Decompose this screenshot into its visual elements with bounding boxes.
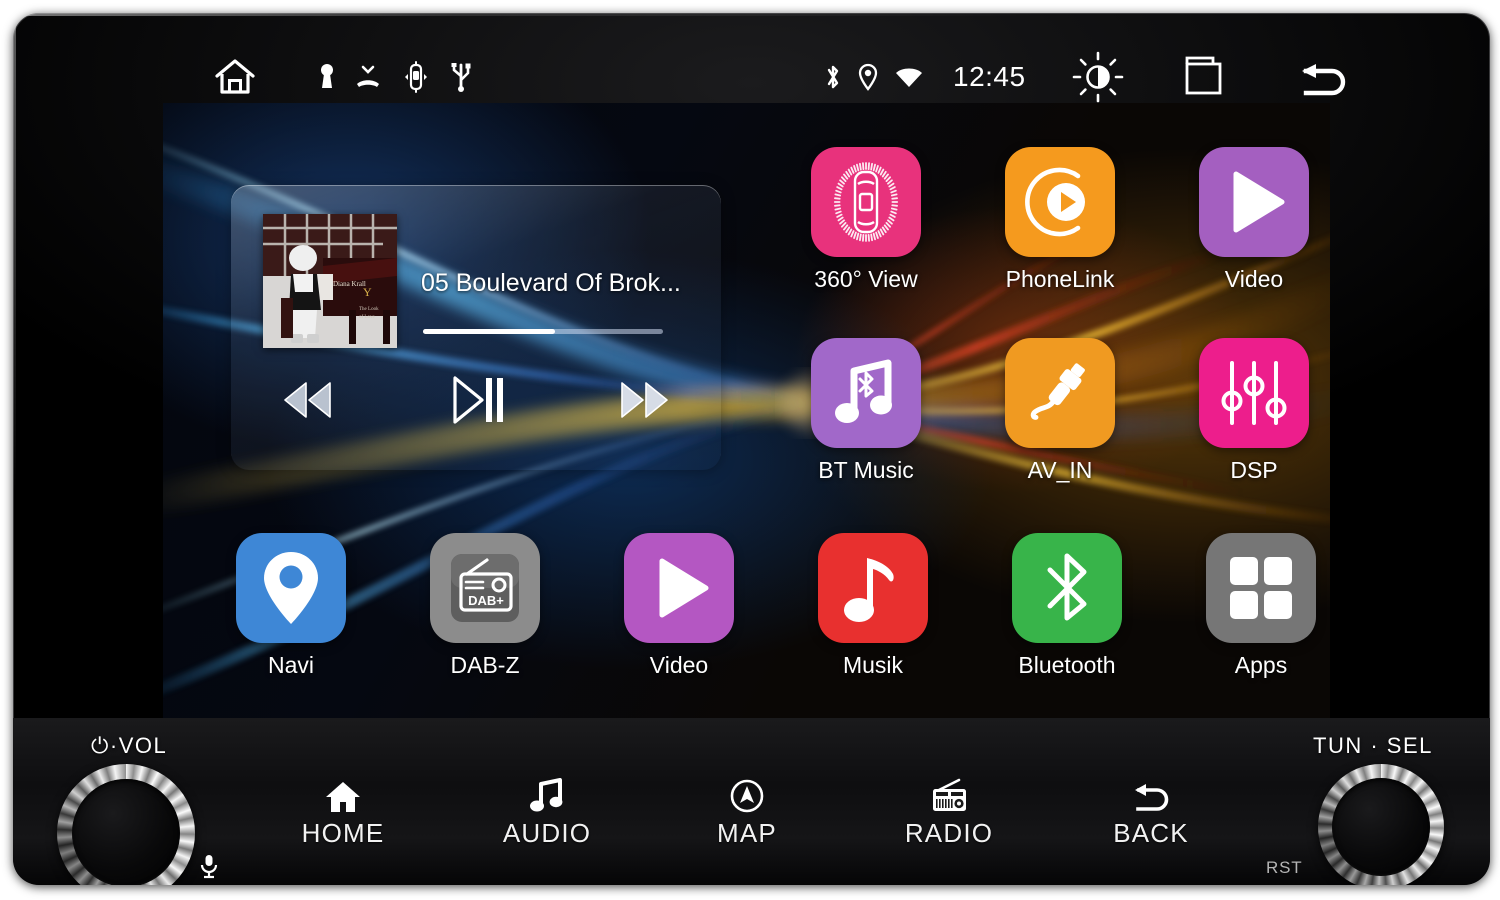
app-icon-video-bottom[interactable]: Video	[604, 533, 754, 679]
brightness-sun-icon[interactable]	[1072, 51, 1124, 103]
hardware-button-label: BACK	[1113, 818, 1189, 848]
hardware-button-label: MAP	[717, 818, 777, 848]
app-icon-av-in[interactable]: AV_IN	[985, 338, 1135, 484]
power-volume-knob[interactable]	[57, 764, 195, 885]
hardware-button-home[interactable]: HOME	[258, 778, 428, 849]
back-arrow-icon	[1066, 778, 1236, 814]
app-icon-dab-z[interactable]: DAB+ DAB-Z	[410, 533, 560, 679]
app-icon-phonelink[interactable]: PhoneLink	[985, 147, 1135, 293]
bt-music-icon	[811, 338, 921, 448]
keyhole-icon	[319, 62, 335, 92]
app-icon-bt-music[interactable]: BT Music	[791, 338, 941, 484]
map-pin-icon	[236, 533, 346, 643]
navigation-icon	[662, 778, 832, 814]
wifi-icon	[893, 62, 925, 92]
house-icon	[258, 778, 428, 814]
app-label: Bluetooth	[1018, 652, 1116, 678]
radio-icon	[864, 778, 1034, 814]
status-bar-left-group	[213, 46, 473, 108]
app-label: BT Music	[818, 457, 914, 483]
app-label: Apps	[1234, 652, 1288, 678]
recent-apps-icon[interactable]	[1174, 54, 1230, 100]
car-parking-sensor-icon	[401, 61, 431, 93]
app-label: DAB-Z	[450, 652, 520, 678]
hardware-button-label: AUDIO	[502, 818, 592, 848]
app-grid: 360° View PhoneLink Video BT Music AV_IN…	[163, 103, 1330, 718]
app-icon-apps[interactable]: Apps	[1186, 533, 1330, 679]
app-label: PhoneLink	[1005, 266, 1115, 292]
reset-label[interactable]: RST	[1266, 858, 1302, 878]
app-label: Video	[1224, 266, 1284, 292]
app-label: Video	[649, 652, 709, 678]
app-icon-bluetooth[interactable]: Bluetooth	[992, 533, 1142, 679]
app-label: 360° View	[814, 266, 918, 292]
dab-radio-icon: DAB+	[430, 533, 540, 643]
status-bar-clock: 12:45	[953, 61, 1026, 92]
app-label: DSP	[1230, 457, 1278, 483]
missed-call-icon	[353, 62, 383, 92]
app-label: AV_IN	[1027, 457, 1093, 483]
back-arrow-icon[interactable]	[1294, 56, 1352, 98]
hardware-button-label: RADIO	[904, 818, 994, 848]
screenshot-root: 12:45 Diana Krall Y The Look of Love 05 …	[0, 0, 1500, 900]
head-unit-device: 12:45 Diana Krall Y The Look of Love 05 …	[13, 13, 1490, 885]
app-icon-musik[interactable]: Musik	[798, 533, 948, 679]
knob-face	[1332, 778, 1430, 876]
app-icon-dsp[interactable]: DSP	[1179, 338, 1329, 484]
app-icon-video-top[interactable]: Video	[1179, 147, 1329, 293]
hardware-button-bar: HOME AUDIO MAP RADIO BACK ⏻·VOL TUN · SE…	[13, 718, 1490, 885]
status-bar: 12:45	[13, 46, 1490, 108]
hardware-button-back[interactable]: BACK	[1066, 778, 1236, 849]
power-volume-knob-label: ⏻·VOL	[91, 733, 168, 758]
car-360-view-icon	[811, 147, 921, 257]
tune-select-knob-label: TUN · SEL	[1313, 733, 1433, 758]
home-outline-icon[interactable]	[213, 57, 257, 97]
music-notes-icon	[462, 778, 632, 814]
knob-face	[72, 779, 180, 885]
microphone-icon[interactable]	[199, 853, 219, 884]
hardware-button-audio[interactable]: AUDIO	[462, 778, 632, 849]
app-icon-360-view[interactable]: 360° View	[791, 147, 941, 293]
bluetooth-icon	[1012, 533, 1122, 643]
hardware-button-label: HOME	[301, 818, 385, 848]
apps-grid-icon	[1206, 533, 1316, 643]
hardware-button-radio[interactable]: RADIO	[864, 778, 1034, 849]
status-bar-right-group: 12:45	[823, 46, 1352, 108]
phonelink-icon	[1005, 147, 1115, 257]
app-label: Musik	[842, 652, 904, 678]
play-triangle-icon	[1199, 147, 1309, 257]
music-note-icon	[818, 533, 928, 643]
status-bar-mini-icons	[319, 61, 473, 93]
location-pin-icon	[857, 62, 879, 92]
rca-plug-icon	[1005, 338, 1115, 448]
bluetooth-icon	[823, 62, 843, 92]
app-label: Navi	[267, 652, 314, 678]
tune-select-knob[interactable]	[1318, 764, 1444, 885]
equalizer-icon	[1199, 338, 1309, 448]
lcd-screen: Diana Krall Y The Look of Love 05 Boulev…	[163, 103, 1330, 718]
status-indicators: 12:45	[823, 61, 1026, 93]
svg-text:DAB+: DAB+	[468, 593, 504, 608]
play-triangle-icon	[624, 533, 734, 643]
app-icon-navi[interactable]: Navi	[216, 533, 366, 679]
hardware-button-map[interactable]: MAP	[662, 778, 832, 849]
usb-icon	[449, 62, 473, 92]
